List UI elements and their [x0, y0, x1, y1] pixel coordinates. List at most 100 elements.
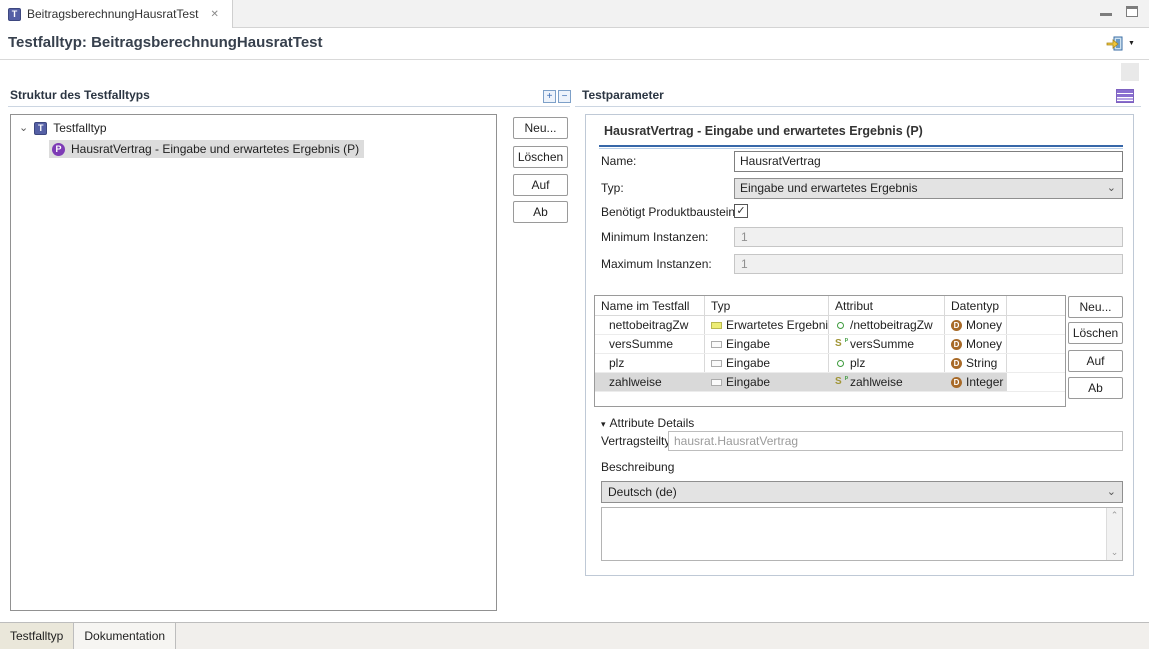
cell-datentyp: DMoney — [945, 316, 1007, 334]
cell-empty — [1007, 373, 1065, 391]
twistie-icon[interactable]: ▾ — [601, 419, 606, 429]
language-select[interactable]: Deutsch (de) ⌄ — [601, 481, 1123, 503]
tree-neu-button[interactable]: Neu... — [513, 117, 568, 139]
collapse-all-icon[interactable]: − — [558, 90, 571, 103]
cell-name: nettobeitragZw — [595, 316, 705, 334]
parameter-icon: P — [52, 143, 65, 156]
table-row[interactable]: nettobeitragZw Erwartetes Ergebnis /nett… — [595, 316, 1065, 335]
datatype-icon: D — [951, 358, 962, 369]
cell-datentyp: DString — [945, 354, 1007, 372]
dropdown-arrow-icon[interactable]: ▼ — [1128, 40, 1135, 47]
col-empty — [1007, 296, 1065, 315]
tree-item-testfalltyp[interactable]: ⌄ T Testfalltyp — [19, 121, 107, 135]
table-loeschen-button[interactable]: Löschen — [1068, 322, 1123, 344]
col-attribut[interactable]: Attribut — [829, 296, 945, 315]
cell-attribut: Szahlweise — [829, 373, 945, 391]
table-ab-button[interactable]: Ab — [1068, 377, 1123, 399]
name-input[interactable]: HausratVertrag — [734, 151, 1123, 172]
testfalltyp-structure-tree: ⌄ T Testfalltyp P HausratVertrag - Einga… — [10, 114, 497, 611]
input-icon — [711, 360, 722, 367]
cell-attribut: plz — [829, 354, 945, 372]
cell-attribut: SversSumme — [829, 335, 945, 353]
beschreibung-textarea[interactable]: ⌃ ⌄ — [601, 507, 1123, 561]
left-panel-header: Struktur des Testfalltyps — [10, 88, 150, 102]
attribute-icon — [837, 322, 844, 329]
input-icon — [711, 341, 722, 348]
tree-ab-button[interactable]: Ab — [513, 201, 568, 223]
col-datentyp[interactable]: Datentyp — [945, 296, 1007, 315]
tree-item-hausratvertrag[interactable]: P HausratVertrag - Eingabe und erwartete… — [49, 140, 364, 158]
cell-name: versSumme — [595, 335, 705, 353]
typ-select[interactable]: Eingabe und erwartetes Ergebnis ⌄ — [734, 178, 1123, 199]
datatype-icon: D — [951, 377, 962, 388]
maximize-icon[interactable] — [1126, 6, 1138, 17]
cell-datentyp: DMoney — [945, 335, 1007, 353]
table-header-row: Name im Testfall Typ Attribut Datentyp — [595, 296, 1065, 316]
typ-selected-value: Eingabe und erwartetes Ergebnis — [740, 181, 917, 195]
cell-empty — [1007, 354, 1065, 372]
left-header-rule — [8, 106, 570, 107]
testcase-type-icon: T — [34, 122, 47, 135]
textarea-scrollbar[interactable]: ⌃ ⌄ — [1106, 508, 1122, 560]
editor-tab-strip: T BeitragsberechnungHausratTest ✕ — [0, 0, 1149, 28]
right-panel-header: Testparameter — [582, 88, 664, 102]
cell-typ: Eingabe — [705, 354, 829, 372]
chevron-down-icon[interactable]: ⌄ — [19, 123, 28, 133]
attribute-table: Name im Testfall Typ Attribut Datentyp n… — [594, 295, 1066, 407]
cell-attribut: /nettobeitragZw — [829, 316, 945, 334]
min-instanzen-label: Minimum Instanzen: — [601, 230, 708, 244]
testparameter-view-icon[interactable] — [1116, 89, 1134, 103]
table-row[interactable]: versSumme Eingabe SversSumme DMoney — [595, 335, 1065, 354]
max-instanzen-input: 1 — [734, 254, 1123, 274]
typ-label: Typ: — [601, 181, 624, 195]
toolbar-placeholder — [1121, 63, 1139, 81]
scroll-up-icon[interactable]: ⌃ — [1111, 510, 1119, 521]
table-row[interactable]: plz Eingabe plz DString — [595, 354, 1065, 373]
produktbaustein-checkbox[interactable]: ✓ — [734, 204, 748, 218]
tab-testfalltyp[interactable]: Testfalltyp — [0, 623, 74, 649]
expected-result-icon — [711, 322, 722, 329]
cell-empty — [1007, 316, 1065, 334]
tree-auf-button[interactable]: Auf — [513, 174, 568, 196]
attribute-icon — [837, 360, 844, 367]
tree-item-label: HausratVertrag - Eingabe und erwartetes … — [71, 142, 359, 156]
editor-tab[interactable]: T BeitragsberechnungHausratTest ✕ — [0, 0, 233, 28]
chevron-down-icon: ⌄ — [1107, 179, 1116, 198]
scroll-down-icon[interactable]: ⌄ — [1111, 547, 1119, 558]
language-selected-value: Deutsch (de) — [608, 485, 677, 499]
cell-empty — [1007, 335, 1065, 353]
section-rule-light — [599, 148, 1123, 149]
cell-typ: Eingabe — [705, 335, 829, 353]
right-header-rule — [575, 106, 1141, 107]
tree-item-label: Testfalltyp — [53, 121, 106, 135]
policy-attribute-icon: S — [835, 376, 846, 388]
beschreibung-label: Beschreibung — [601, 460, 674, 474]
policy-attribute-icon: S — [835, 338, 846, 350]
cell-typ: Erwartetes Ergebnis — [705, 316, 829, 334]
attribute-details-header[interactable]: ▾Attribute Details — [601, 416, 694, 430]
close-icon[interactable]: ✕ — [210, 9, 218, 20]
table-neu-button[interactable]: Neu... — [1068, 296, 1123, 318]
max-instanzen-label: Maximum Instanzen: — [601, 257, 712, 271]
cell-name: zahlweise — [595, 373, 705, 391]
export-testcase-icon[interactable] — [1106, 36, 1124, 52]
tab-dokumentation[interactable]: Dokumentation — [74, 623, 176, 649]
expand-all-icon[interactable]: + — [543, 90, 556, 103]
produktbaustein-label: Benötigt Produktbaustein: — [601, 205, 738, 219]
min-instanzen-input: 1 — [734, 227, 1123, 247]
title-bar: Testfalltyp: BeitragsberechnungHausratTe… — [0, 28, 1149, 60]
chevron-down-icon: ⌄ — [1107, 482, 1116, 502]
col-name-im-testfall[interactable]: Name im Testfall — [595, 296, 705, 315]
datatype-icon: D — [951, 339, 962, 350]
tree-loeschen-button[interactable]: Löschen — [513, 146, 568, 168]
cell-datentyp: DInteger — [945, 373, 1007, 391]
editor-page-tabs: Testfalltyp Dokumentation — [0, 622, 1149, 649]
parameter-section-title: HausratVertrag - Eingabe und erwartetes … — [604, 124, 923, 138]
minimize-icon[interactable] — [1100, 12, 1112, 16]
table-row-selected[interactable]: zahlweise Eingabe Szahlweise DInteger — [595, 373, 1065, 392]
name-label: Name: — [601, 154, 636, 168]
table-auf-button[interactable]: Auf — [1068, 350, 1123, 372]
col-typ[interactable]: Typ — [705, 296, 829, 315]
input-icon — [711, 379, 722, 386]
cell-name: plz — [595, 354, 705, 372]
